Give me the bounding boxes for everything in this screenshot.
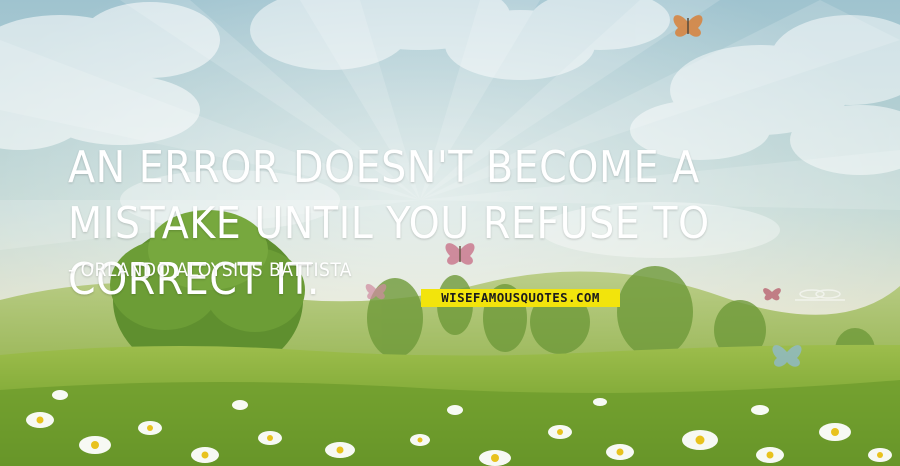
watermark-badge: WISEFAMOUSQUOTES.COM xyxy=(421,289,620,307)
butterfly-icon xyxy=(673,15,703,37)
quote-text: An error doesn't become a mistake until … xyxy=(68,142,710,305)
quote-author: - Orlando Aloysius Battista xyxy=(68,259,352,281)
